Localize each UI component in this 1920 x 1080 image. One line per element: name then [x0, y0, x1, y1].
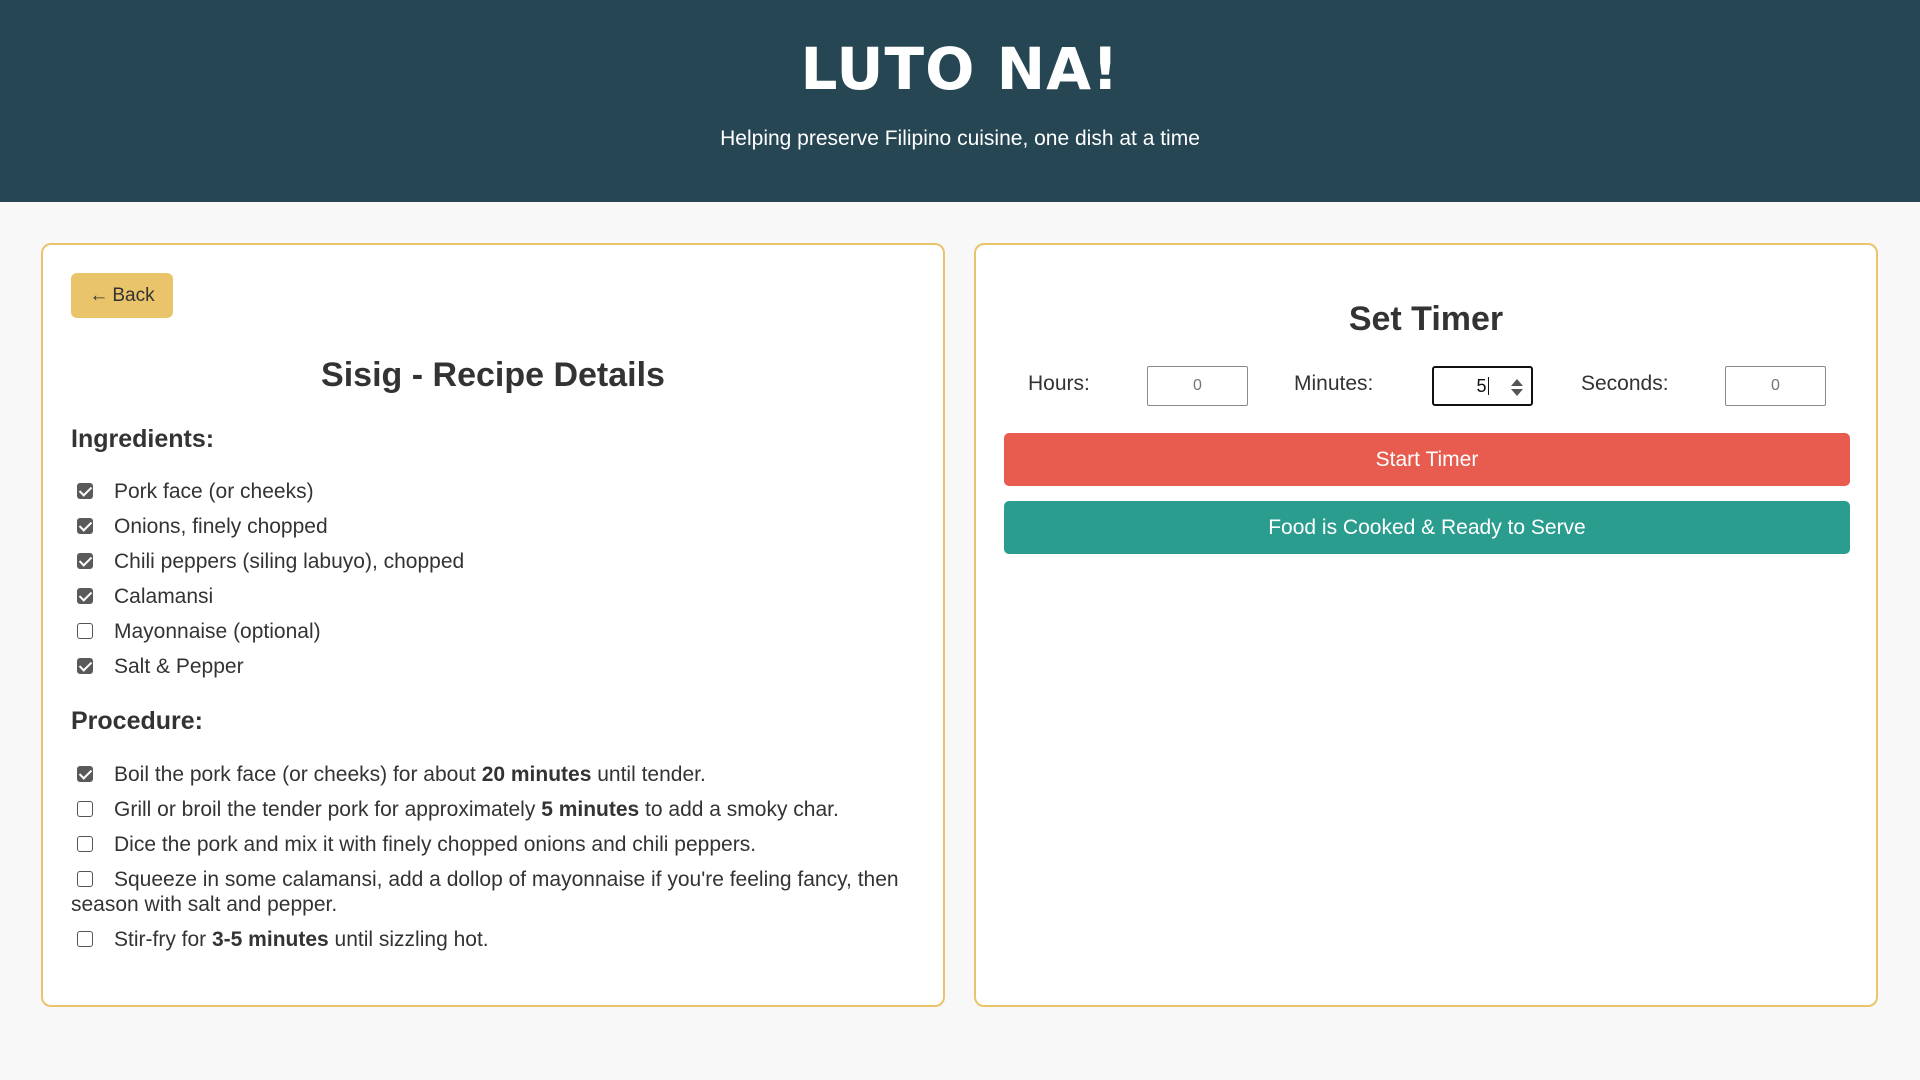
- spin-down-icon[interactable]: [1511, 388, 1523, 396]
- step-duration: 20 minutes: [481, 763, 592, 786]
- ingredient-checkbox[interactable]: [77, 658, 93, 674]
- ingredient-label: Chili peppers (siling labuyo), chopped: [114, 550, 465, 573]
- ingredient-label: Pork face (or cheeks): [114, 480, 314, 503]
- left-arrow-icon: ←: [89, 284, 109, 306]
- ingredients-heading: Ingredients:: [71, 425, 215, 453]
- text-caret: [1487, 377, 1489, 395]
- ingredient-item: Salt & Pepper: [71, 654, 931, 689]
- procedure-checkbox[interactable]: [77, 801, 93, 817]
- procedure-checkbox[interactable]: [77, 836, 93, 852]
- procedure-step: Squeeze in some calamansi, add a dollop …: [71, 867, 931, 917]
- procedure-checkbox[interactable]: [77, 931, 93, 947]
- ingredients-list: Pork face (or cheeks) Onions, finely cho…: [71, 479, 931, 689]
- hours-input[interactable]: 0: [1147, 366, 1248, 406]
- procedure-step: Dice the pork and mix it with finely cho…: [71, 832, 931, 857]
- number-spinner[interactable]: [1511, 374, 1523, 400]
- procedure-list: Boil the pork face (or cheeks) for about…: [71, 762, 931, 962]
- recipe-panel: ← Back Sisig - Recipe Details Ingredient…: [41, 243, 945, 1007]
- recipe-title: Sisig - Recipe Details: [321, 356, 665, 394]
- step-text: Stir-fry for: [114, 928, 212, 951]
- ingredient-item: Chili peppers (siling labuyo), chopped: [71, 549, 931, 584]
- minutes-input[interactable]: 5: [1432, 366, 1533, 406]
- site-header: LUTO NA! Helping preserve Filipino cuisi…: [0, 0, 1920, 202]
- spin-up-icon[interactable]: [1511, 378, 1523, 386]
- ingredient-checkbox[interactable]: [77, 623, 93, 639]
- food-ready-button[interactable]: Food is Cooked & Ready to Serve: [1004, 501, 1850, 554]
- step-text: Dice the pork and mix it with finely cho…: [114, 833, 757, 856]
- ingredient-item: Pork face (or cheeks): [71, 479, 931, 514]
- ingredient-label: Salt & Pepper: [114, 655, 244, 678]
- ingredient-label: Calamansi: [114, 585, 214, 608]
- ingredient-item: Mayonnaise (optional): [71, 619, 931, 654]
- seconds-label: Seconds:: [1581, 372, 1669, 395]
- minutes-value: 5: [1476, 376, 1487, 396]
- minutes-label: Minutes:: [1294, 372, 1374, 395]
- ingredient-label: Onions, finely chopped: [114, 515, 328, 538]
- ingredient-item: Onions, finely chopped: [71, 514, 931, 549]
- back-button-label: Back: [112, 284, 155, 306]
- step-text-end: until tender.: [591, 763, 706, 786]
- back-button[interactable]: ← Back: [71, 273, 173, 318]
- step-text-end: until sizzling hot.: [328, 928, 489, 951]
- start-timer-button[interactable]: Start Timer: [1004, 433, 1850, 486]
- step-duration: 3-5 minutes: [212, 928, 329, 951]
- timer-title: Set Timer: [1348, 300, 1504, 338]
- timer-panel: Set Timer Hours: 0 Minutes: 5 Seconds: 0…: [974, 243, 1878, 1007]
- procedure-checkbox[interactable]: [77, 871, 93, 887]
- ingredient-checkbox[interactable]: [77, 588, 93, 604]
- ingredient-checkbox[interactable]: [77, 518, 93, 534]
- site-tagline: Helping preserve Filipino cuisine, one d…: [720, 127, 1200, 150]
- procedure-heading: Procedure:: [71, 707, 203, 735]
- site-title: LUTO NA!: [800, 35, 1120, 103]
- seconds-input[interactable]: 0: [1725, 366, 1826, 406]
- step-text: Grill or broil the tender pork for appro…: [114, 798, 542, 821]
- ingredient-checkbox[interactable]: [77, 553, 93, 569]
- procedure-step: Grill or broil the tender pork for appro…: [71, 797, 931, 822]
- step-duration: 5 minutes: [541, 798, 640, 821]
- step-text: Squeeze in some calamansi, add a dollop …: [71, 868, 899, 916]
- ingredient-item: Calamansi: [71, 584, 931, 619]
- ingredient-label: Mayonnaise (optional): [114, 620, 321, 643]
- step-text-end: to add a smoky char.: [639, 798, 839, 821]
- hours-label: Hours:: [1028, 372, 1090, 395]
- procedure-checkbox[interactable]: [77, 766, 93, 782]
- procedure-step: Boil the pork face (or cheeks) for about…: [71, 762, 931, 787]
- ingredient-checkbox[interactable]: [77, 483, 93, 499]
- procedure-step: Stir-fry for 3-5 minutes until sizzling …: [71, 927, 931, 952]
- step-text: Boil the pork face (or cheeks) for about: [114, 763, 482, 786]
